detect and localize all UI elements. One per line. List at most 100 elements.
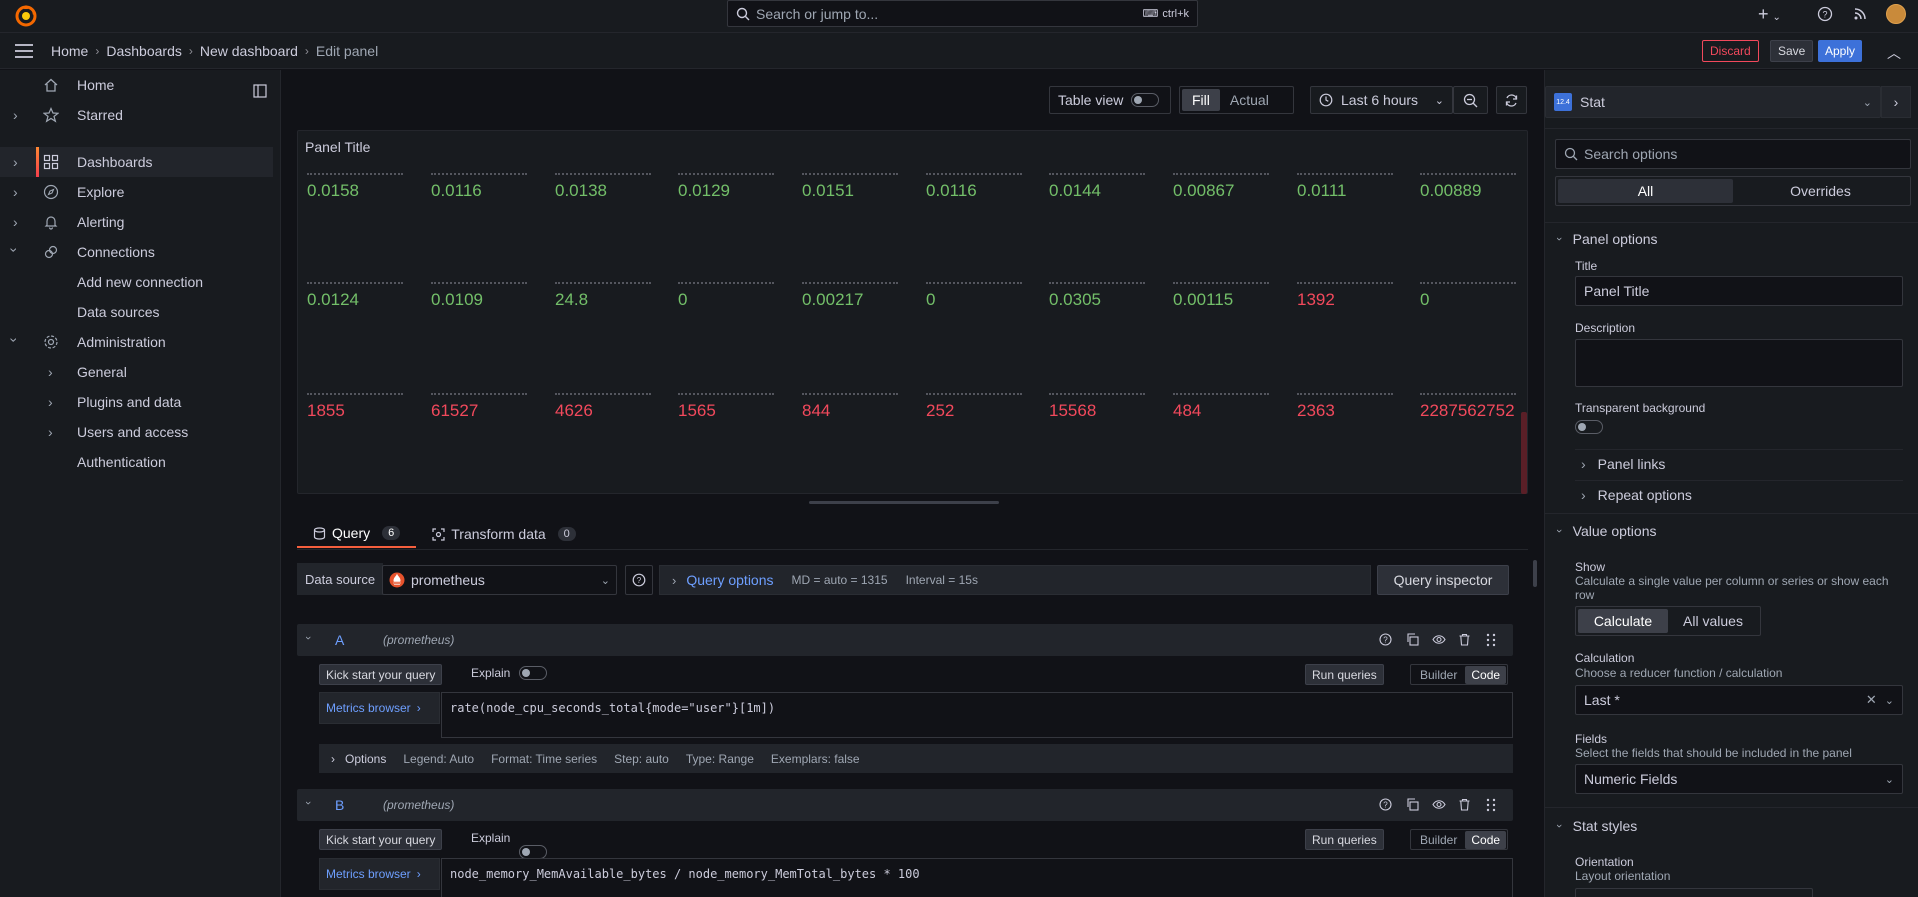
- builder-option-b[interactable]: Builder: [1412, 833, 1465, 847]
- eye-icon[interactable]: [1432, 633, 1446, 646]
- query-options-bar[interactable]: › Query options MD = auto = 1315 Interva…: [659, 565, 1371, 595]
- chevron-right-icon[interactable]: ›: [13, 107, 18, 123]
- query-b-header[interactable]: › B (prometheus) ?: [297, 789, 1513, 821]
- stat-styles-section[interactable]: › Stat styles: [1553, 816, 1637, 836]
- query-ref-b[interactable]: B: [335, 797, 344, 813]
- promql-editor-a[interactable]: rate(node_cpu_seconds_total{mode="user"}…: [441, 692, 1513, 738]
- save-button[interactable]: Save: [1770, 40, 1814, 62]
- stat-value: 1392: [1297, 290, 1335, 309]
- breadcrumb-home[interactable]: Home: [51, 43, 88, 59]
- transparent-background-toggle[interactable]: [1575, 420, 1603, 434]
- query-a-header[interactable]: › A (prometheus) ?: [297, 624, 1513, 656]
- repeat-options-section[interactable]: › Repeat options: [1581, 485, 1692, 505]
- chevron-right-icon[interactable]: ›: [13, 214, 18, 230]
- promql-editor-b[interactable]: node_memory_MemAvailable_bytes / node_me…: [441, 858, 1513, 897]
- chevron-right-icon[interactable]: ›: [48, 394, 53, 410]
- clear-icon[interactable]: ✕: [1866, 692, 1877, 708]
- actual-option[interactable]: Actual: [1220, 92, 1279, 108]
- value-options-section[interactable]: › Value options: [1553, 521, 1657, 541]
- collapse-options-button[interactable]: ›: [1881, 86, 1911, 118]
- visualization-picker[interactable]: 12.4 Stat ⌄: [1545, 86, 1881, 118]
- chevron-right-icon[interactable]: ›: [48, 424, 53, 440]
- trash-icon[interactable]: [1458, 633, 1471, 646]
- sidebar-item-authentication[interactable]: Authentication: [77, 447, 166, 477]
- explain-toggle-a[interactable]: [519, 666, 547, 680]
- tab-overrides[interactable]: Overrides: [1733, 179, 1908, 203]
- help-icon[interactable]: ?: [1817, 6, 1833, 22]
- zoom-out-button[interactable]: [1453, 86, 1488, 114]
- help-icon[interactable]: ?: [1379, 798, 1392, 811]
- stat-series-label: [307, 393, 403, 399]
- fields-select[interactable]: Numeric Fields ⌄: [1575, 764, 1903, 794]
- query-ref-a[interactable]: A: [335, 632, 344, 648]
- eye-icon[interactable]: [1432, 798, 1446, 811]
- data-source-picker[interactable]: prometheus ⌄: [382, 565, 617, 595]
- fill-option[interactable]: Fill: [1182, 89, 1220, 111]
- drag-handle-icon[interactable]: [1486, 798, 1496, 812]
- grafana-logo-icon[interactable]: [14, 4, 38, 28]
- run-queries-button-b[interactable]: Run queries: [1305, 829, 1384, 850]
- refresh-button[interactable]: [1496, 86, 1527, 114]
- run-queries-button-a[interactable]: Run queries: [1305, 664, 1384, 685]
- chevron-down-icon[interactable]: ›: [6, 248, 22, 253]
- panel-scrollbar[interactable]: [1521, 412, 1527, 494]
- breadcrumb-new-dashboard[interactable]: New dashboard: [200, 43, 298, 59]
- discard-button[interactable]: Discard: [1702, 40, 1759, 62]
- copy-icon[interactable]: [1406, 633, 1419, 646]
- drag-handle-icon[interactable]: [1486, 633, 1496, 647]
- all-values-option[interactable]: All values: [1668, 609, 1758, 633]
- query-options-row-a[interactable]: › Options Legend: Auto Format: Time serie…: [319, 744, 1513, 773]
- sidebar-label-explore: Explore: [77, 184, 125, 200]
- dock-menu-icon[interactable]: [253, 84, 267, 98]
- user-avatar[interactable]: [1886, 4, 1906, 24]
- title-input[interactable]: Panel Title: [1575, 276, 1903, 306]
- trash-icon[interactable]: [1458, 798, 1471, 811]
- query-inspector-button[interactable]: Query inspector: [1377, 565, 1509, 595]
- kick-start-query-button-a[interactable]: Kick start your query: [319, 664, 443, 685]
- collapse-chevron-icon[interactable]: ›: [302, 801, 314, 805]
- search-input[interactable]: Search or jump to... ⌨ ctrl+k: [727, 0, 1198, 27]
- description-textarea[interactable]: [1575, 339, 1903, 387]
- data-source-label: Data source: [297, 563, 384, 595]
- query-options-link[interactable]: Query options: [686, 572, 773, 588]
- orientation-segmented[interactable]: [1575, 888, 1813, 897]
- breadcrumb-dashboards[interactable]: Dashboards: [106, 43, 182, 59]
- tab-all[interactable]: All: [1558, 179, 1733, 203]
- pane-resize-handle[interactable]: [809, 501, 999, 504]
- apply-button[interactable]: Apply: [1818, 40, 1863, 62]
- metrics-browser-button-a[interactable]: Metrics browser ›: [319, 692, 440, 724]
- kick-start-query-button-b[interactable]: Kick start your query: [319, 829, 443, 850]
- rss-news-icon[interactable]: [1852, 6, 1868, 22]
- table-view-switch[interactable]: [1131, 93, 1160, 107]
- collapse-chevron-icon[interactable]: ›: [302, 636, 314, 640]
- explain-toggle-b[interactable]: [519, 845, 547, 859]
- chevron-right-icon[interactable]: ›: [13, 184, 18, 200]
- add-new-button[interactable]: + ⌄: [1758, 5, 1781, 26]
- code-option-a[interactable]: Code: [1465, 665, 1507, 684]
- code-option-b[interactable]: Code: [1465, 830, 1507, 849]
- chevron-right-icon[interactable]: ›: [48, 364, 53, 380]
- sidebar-item-data-sources[interactable]: Data sources: [77, 297, 159, 327]
- panel-links-section[interactable]: › Panel links: [1581, 454, 1665, 474]
- menu-icon[interactable]: [14, 43, 34, 59]
- copy-icon[interactable]: [1406, 798, 1419, 811]
- chevron-down-icon[interactable]: ›: [6, 338, 22, 343]
- builder-option-a[interactable]: Builder: [1412, 668, 1465, 682]
- chevron-right-icon[interactable]: ›: [13, 154, 18, 170]
- calculation-select[interactable]: Last * ✕ ⌄: [1575, 685, 1903, 715]
- stat-cell: 1855: [307, 389, 417, 421]
- sidebar-item-add-new-connection[interactable]: Add new connection: [77, 267, 203, 297]
- tab-transform-data[interactable]: Transform data 0: [416, 520, 592, 548]
- tab-query[interactable]: Query 6: [297, 520, 417, 548]
- collapse-chevron-up-icon[interactable]: ︿: [1887, 43, 1901, 63]
- metrics-browser-button-b[interactable]: Metrics browser ›: [319, 858, 440, 890]
- time-range-picker[interactable]: Last 6 hours ⌄: [1310, 86, 1453, 114]
- calculate-option[interactable]: Calculate: [1578, 609, 1668, 633]
- data-source-help-button[interactable]: ?: [625, 565, 653, 595]
- search-options-input[interactable]: Search options: [1555, 139, 1911, 169]
- panel-options-section[interactable]: › Panel options: [1553, 229, 1658, 249]
- editor-scrollbar[interactable]: [1533, 560, 1537, 587]
- help-icon[interactable]: ?: [1379, 633, 1392, 646]
- stat-value: 0: [926, 290, 936, 309]
- table-view-toggle[interactable]: Table view: [1049, 86, 1171, 114]
